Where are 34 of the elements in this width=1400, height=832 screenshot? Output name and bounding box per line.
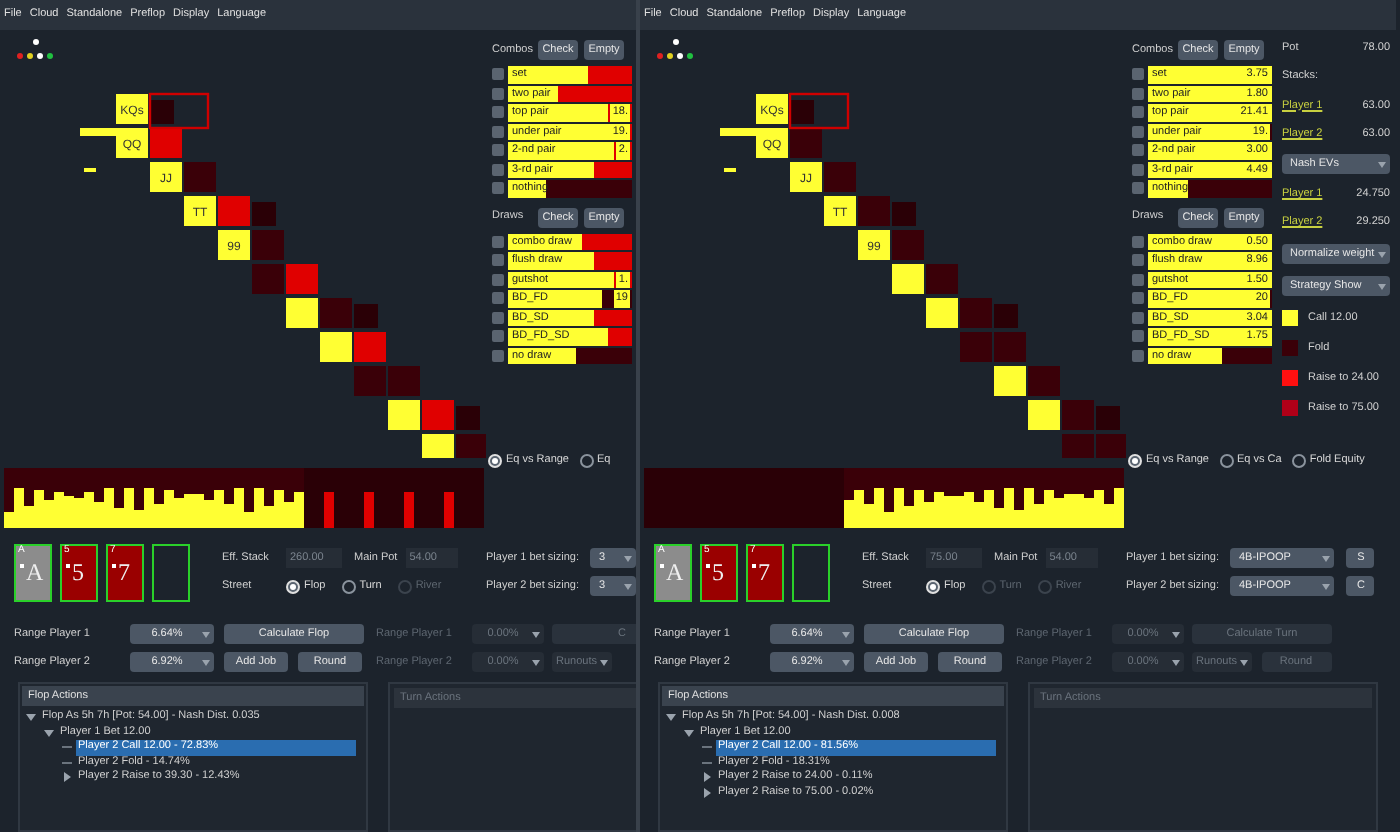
expanded-arrow-icon[interactable]: [666, 712, 676, 723]
status-dots-drawing: [656, 38, 696, 62]
caret-icon: [1378, 251, 1386, 257]
empty-card-slot[interactable]: [792, 543, 830, 601]
card-rank: 5: [712, 557, 724, 585]
caret-icon: [1172, 632, 1180, 638]
card-rank: 7: [118, 557, 130, 585]
caret-icon: [532, 632, 540, 638]
empty-card-slot[interactable]: [152, 543, 190, 601]
caret-icon: [532, 660, 540, 666]
card-rank: A: [666, 557, 684, 585]
caret-icon: [1322, 556, 1331, 562]
caret-icon: [1172, 660, 1180, 666]
caret-icon: [1378, 283, 1386, 289]
collapsed-arrow-icon[interactable]: [62, 772, 72, 783]
caret-icon: [842, 632, 850, 638]
caret-icon: [842, 660, 850, 666]
status-dots-drawing: [16, 38, 56, 62]
caret-icon: [1378, 162, 1386, 168]
expanded-arrow-icon[interactable]: [44, 727, 54, 738]
caret-icon: [202, 632, 210, 638]
card-rank: 7: [758, 557, 770, 585]
card-rank: A: [26, 557, 44, 585]
card-rank: 5: [72, 557, 84, 585]
caret-icon: [624, 584, 632, 590]
caret-icon: [624, 556, 632, 562]
collapsed-arrow-icon[interactable]: [702, 772, 712, 783]
expanded-arrow-icon[interactable]: [684, 727, 694, 738]
caret-icon: [1322, 584, 1331, 590]
caret-icon: [1239, 660, 1247, 666]
caret-icon: [202, 660, 210, 666]
caret-icon: [599, 660, 607, 666]
collapsed-arrow-icon[interactable]: [702, 787, 712, 798]
expanded-arrow-icon[interactable]: [26, 712, 36, 723]
